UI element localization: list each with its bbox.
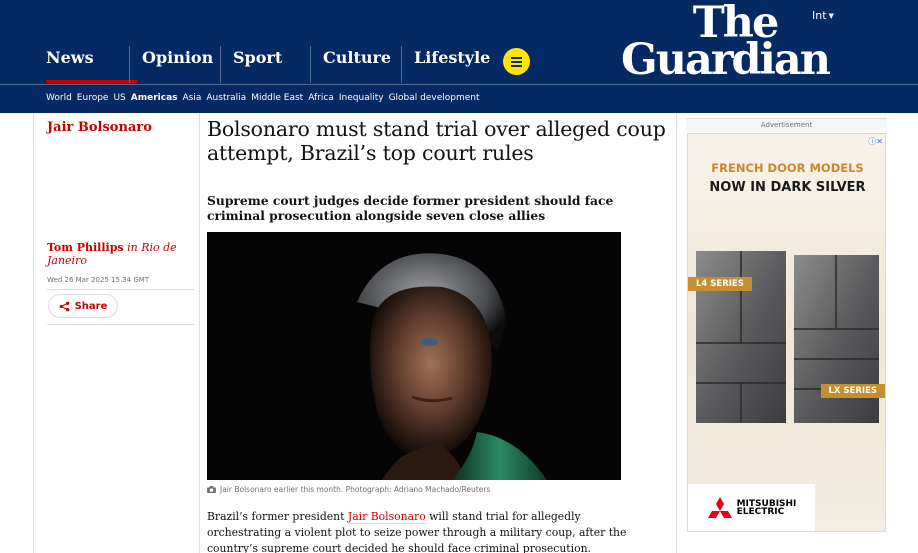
- subnav-americas[interactable]: Americas: [131, 93, 178, 103]
- adchoices-icon[interactable]: ⓘ✕: [868, 136, 883, 147]
- advertisement-label: Advertisement: [760, 121, 813, 129]
- pillar-lifestyle-label: Lifestyle: [414, 48, 491, 67]
- byline: Tom Phillips in Rio de Janeiro: [47, 241, 197, 267]
- subnav: World Europe US Americas Asia Australia …: [46, 93, 480, 103]
- body-text-start: Brazil’s former president: [207, 510, 345, 523]
- masthead: News Opinion Sport Culture Lifestyle Int…: [0, 0, 918, 113]
- subnav-asia[interactable]: Asia: [183, 93, 202, 103]
- main-photo[interactable]: [207, 232, 621, 480]
- pillar-opinion[interactable]: Opinion: [129, 46, 221, 83]
- standfirst: Supreme court judges decide former presi…: [207, 193, 614, 223]
- ad-brand: MITSUBISHI ELECTRIC: [688, 484, 815, 531]
- pillar-opinion-label: Opinion: [142, 48, 214, 67]
- pillar-news-label: News: [46, 48, 94, 67]
- share-icon: [59, 301, 69, 311]
- share-button[interactable]: Share: [48, 294, 118, 318]
- publish-date: Wed 26 Mar 2025 15.34 GMT: [47, 276, 150, 284]
- logo-line-2: Guardian: [620, 34, 831, 85]
- pillar-lifestyle[interactable]: Lifestyle: [401, 46, 497, 83]
- refrigerator-image: [696, 251, 879, 423]
- active-pillar-underline: [46, 80, 138, 83]
- guardian-logo[interactable]: The Guardian: [614, 2, 836, 85]
- pillar-culture[interactable]: Culture: [310, 46, 402, 83]
- subnav-global-development[interactable]: Global development: [389, 93, 480, 103]
- mitsubishi-logo-icon: [707, 496, 732, 518]
- photo-caption: Jair Bolsonaro earlier this month. Photo…: [207, 485, 490, 494]
- subnav-australia[interactable]: Australia: [206, 93, 246, 103]
- series-label[interactable]: Jair Bolsonaro: [47, 120, 152, 135]
- subnav-divider: [0, 84, 918, 85]
- pillar-sport-label: Sport: [233, 48, 283, 67]
- subnav-world[interactable]: World: [46, 93, 72, 103]
- ad-headline-2: NOW IN DARK SILVER: [709, 180, 866, 195]
- headline: Bolsonaro must stand trial over alleged …: [207, 117, 666, 165]
- column-divider: [676, 113, 677, 553]
- pillar-culture-label: Culture: [323, 48, 392, 67]
- ad-tag-lx: LX SERIES: [820, 384, 885, 398]
- meta-divider: [47, 289, 194, 290]
- pillar-news[interactable]: News: [34, 46, 138, 83]
- menu-button[interactable]: [503, 48, 530, 75]
- subnav-europe[interactable]: Europe: [77, 93, 109, 103]
- subnav-us[interactable]: US: [113, 93, 125, 103]
- camera-icon: [207, 486, 216, 493]
- article-body: Brazil’s former president Jair Bolsonaro…: [207, 509, 627, 553]
- pillar-sport[interactable]: Sport: [220, 46, 312, 83]
- brand-line-2: ELECTRIC: [736, 506, 785, 517]
- subnav-africa[interactable]: Africa: [308, 93, 334, 103]
- ad-headline-1: FRENCH DOOR MODELS: [711, 161, 864, 175]
- meta-divider: [47, 324, 194, 325]
- share-label: Share: [74, 300, 108, 312]
- ad-tag-l4: L4 SERIES: [688, 277, 752, 291]
- caption-text: Jair Bolsonaro earlier this month. Photo…: [220, 485, 491, 494]
- column-divider: [199, 113, 200, 553]
- hamburger-icon: [511, 56, 522, 67]
- subnav-middle-east[interactable]: Middle East: [251, 93, 303, 103]
- portrait-image: [207, 232, 621, 480]
- subnav-inequality[interactable]: Inequality: [339, 93, 384, 103]
- column-divider: [33, 113, 34, 553]
- bolsonaro-link[interactable]: Jair Bolsonaro: [347, 510, 426, 524]
- author-name[interactable]: Tom Phillips: [47, 241, 124, 254]
- advertisement[interactable]: ⓘ✕ FRENCH DOOR MODELS NOW IN DARK SILVER…: [687, 133, 886, 532]
